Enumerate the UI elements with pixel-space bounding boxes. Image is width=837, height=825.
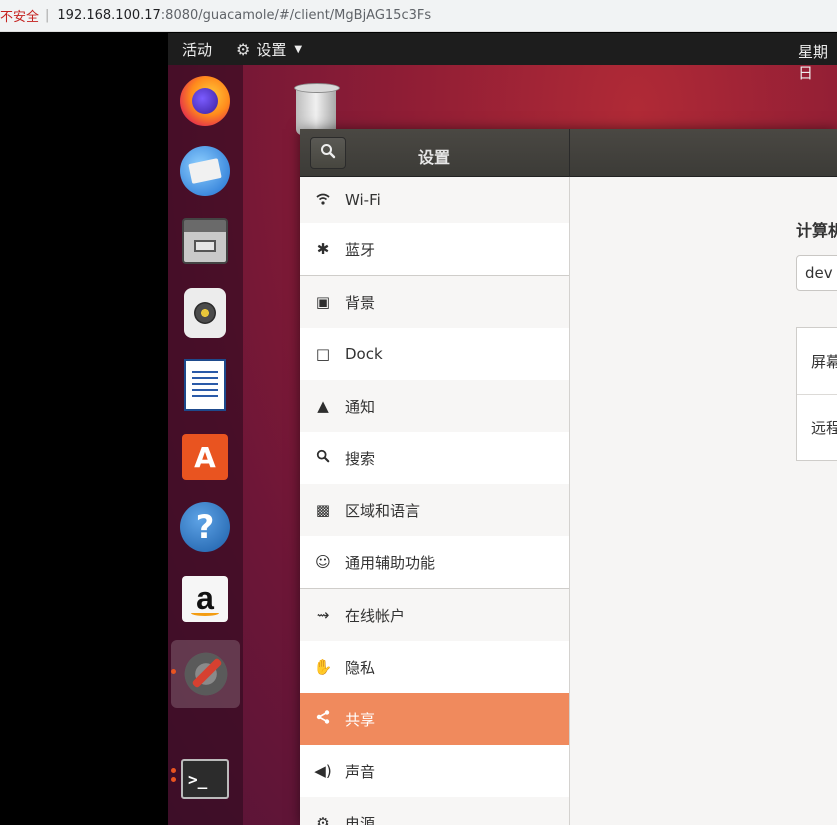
terminal-icon: >_ <box>181 759 229 799</box>
sidebar-item-label: 背景 <box>345 293 376 312</box>
dock-item-settings[interactable] <box>171 640 240 708</box>
dock-item-firefox[interactable] <box>178 71 232 131</box>
gear-icon: ⚙ <box>236 39 251 59</box>
online-accounts-icon: ⇝ <box>316 606 330 624</box>
thunderbird-icon <box>180 146 230 196</box>
settings-icon <box>180 649 231 699</box>
sharing-list: 屏幕 远程 <box>796 327 837 461</box>
wifi-icon <box>313 191 333 209</box>
running-indicator <box>171 669 176 674</box>
share-icon <box>313 710 333 728</box>
sidebar-item-label: 通知 <box>345 397 376 416</box>
dock-item-terminal[interactable]: >_ <box>178 749 232 809</box>
sidebar-item-privacy[interactable]: ✋ 隐私 <box>300 641 569 693</box>
firefox-icon <box>180 76 230 126</box>
url-host: 192.168.100.17 <box>57 8 161 23</box>
search-button[interactable] <box>310 137 346 169</box>
caret-down-icon: ▼ <box>294 43 303 55</box>
software-center-icon: A <box>182 434 228 480</box>
window-title: 设置 <box>418 148 451 167</box>
help-icon: ? <box>180 502 230 552</box>
sidebar-item-label: 隐私 <box>345 658 376 677</box>
search-icon <box>320 143 336 163</box>
sidebar-item-online-accounts[interactable]: ⇝ 在线帐户 <box>300 589 569 641</box>
dock: A ? a >_ <box>168 65 243 825</box>
sidebar-item-wifi[interactable]: Wi-Fi <box>300 177 569 223</box>
sidebar-item-label: 在线帐户 <box>345 606 406 625</box>
dock-item-files[interactable] <box>178 211 232 271</box>
privacy-hand-icon: ✋ <box>313 658 333 676</box>
dock-item-help[interactable]: ? <box>178 497 232 557</box>
sidebar-item-sound[interactable]: ◀) 声音 <box>300 745 569 797</box>
bluetooth-icon: ✱ <box>316 240 330 258</box>
dock-item-software[interactable]: A <box>178 427 232 487</box>
app-menu-label: 设置 <box>256 40 287 59</box>
app-menu[interactable]: ⚙ 设置 ▼ <box>236 39 302 60</box>
sidebar-item-accessibility[interactable]: ☺ 通用辅助功能 <box>300 536 569 588</box>
sidebar-item-label: 电源 <box>345 814 376 825</box>
sidebar-item-notifications[interactable]: ▲ 通知 <box>300 380 569 432</box>
region-icon: ▩ <box>315 501 331 519</box>
separator: | <box>45 8 50 23</box>
sidebar-item-label: Dock <box>345 345 383 363</box>
hostname-field[interactable]: dev <box>796 255 837 291</box>
sharing-panel: 计算机 dev 屏幕 远程 <box>570 177 837 825</box>
remote-desktop-viewport[interactable]: 活动 ⚙ 设置 ▼ 星期日 A ? a >_ 设置 Wi-Fi ✱ 蓝牙 ▣ 背… <box>0 33 837 825</box>
sidebar-item-label: 通用辅助功能 <box>345 553 436 572</box>
sidebar-item-bluetooth[interactable]: ✱ 蓝牙 <box>300 223 569 275</box>
running-indicator <box>171 777 176 782</box>
sidebar-item-region[interactable]: ▩ 区域和语言 <box>300 484 569 536</box>
sidebar-item-dock[interactable]: □ Dock <box>300 328 569 380</box>
sidebar-item-label: 声音 <box>345 762 376 781</box>
settings-window: 设置 Wi-Fi ✱ 蓝牙 ▣ 背景 □ Dock ▲ 通知 搜索 ▩ 区域和语… <box>300 129 837 825</box>
header-left-pane: 设置 <box>300 129 570 177</box>
power-icon: ⚙ <box>316 814 330 825</box>
running-indicator <box>171 768 176 773</box>
sidebar-item-label: 区域和语言 <box>345 501 421 520</box>
window-header: 设置 <box>300 129 837 177</box>
accessibility-icon: ☺ <box>315 553 331 571</box>
libreoffice-writer-icon <box>184 359 226 411</box>
amazon-icon: a <box>182 576 228 622</box>
bell-icon: ▲ <box>317 397 329 415</box>
settings-sidebar: Wi-Fi ✱ 蓝牙 ▣ 背景 □ Dock ▲ 通知 搜索 ▩ 区域和语言 ☺… <box>300 177 570 825</box>
background-icon: ▣ <box>315 293 331 311</box>
sidebar-item-background[interactable]: ▣ 背景 <box>300 276 569 328</box>
dock-item-thunderbird[interactable] <box>178 141 232 201</box>
dock-item-amazon[interactable]: a <box>178 569 232 629</box>
sidebar-item-label: 蓝牙 <box>345 240 376 259</box>
screen-sharing-row[interactable]: 屏幕 <box>797 328 837 394</box>
sidebar-item-power[interactable]: ⚙ 电源 <box>300 797 569 825</box>
ubuntu-desktop: 活动 ⚙ 设置 ▼ 星期日 A ? a >_ 设置 Wi-Fi ✱ 蓝牙 ▣ 背… <box>168 33 837 825</box>
remote-login-row[interactable]: 远程 <box>797 394 837 460</box>
speaker-icon: ◀) <box>314 762 332 780</box>
dock-item-rhythmbox[interactable] <box>178 283 232 343</box>
computer-name-heading: 计算机 <box>796 221 837 240</box>
sidebar-item-label: Wi-Fi <box>345 191 381 209</box>
top-bar: 活动 ⚙ 设置 ▼ 星期日 <box>168 33 837 82</box>
sidebar-item-sharing[interactable]: 共享 <box>300 693 569 745</box>
sidebar-item-label: 搜索 <box>345 449 376 468</box>
dock-item-writer[interactable] <box>178 355 232 415</box>
clock[interactable]: 星期日 <box>798 41 837 83</box>
sidebar-item-label: 共享 <box>345 710 376 729</box>
search-icon <box>313 449 333 467</box>
dock-icon: □ <box>315 345 331 363</box>
activities-button[interactable]: 活动 <box>182 39 212 60</box>
url-path: :8080/guacamole/#/client/MgBjAG15c3Fs <box>160 8 432 23</box>
rhythmbox-icon <box>184 288 226 338</box>
browser-address-bar[interactable]: 不安全 | 192.168.100.17 :8080/guacamole/#/c… <box>0 0 837 32</box>
sidebar-item-search[interactable]: 搜索 <box>300 432 569 484</box>
files-icon <box>182 218 228 264</box>
security-indicator[interactable]: 不安全 <box>0 6 39 25</box>
